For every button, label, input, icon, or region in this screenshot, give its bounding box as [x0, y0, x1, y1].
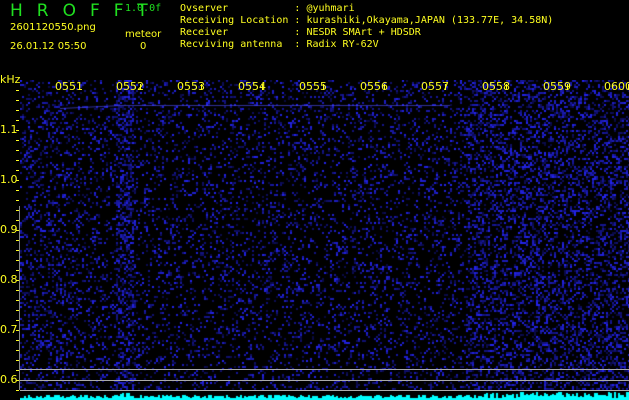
freq-tick: [16, 160, 19, 161]
freq-tick: [16, 120, 19, 121]
meteor-count: 0: [140, 41, 147, 52]
time-tick: [79, 84, 80, 90]
info-label: Receiving Location: [180, 15, 295, 26]
time-label: 0600: [604, 80, 629, 93]
info-value: NESDR SMArt + HDSDR: [306, 27, 421, 38]
info-row: Recviving antenna : Radix RY-62V: [180, 39, 379, 50]
freq-tick: [16, 190, 19, 191]
info-row: Receiver : NESDR SMArt + HDSDR: [180, 27, 421, 38]
info-label: Recviving antenna: [180, 39, 295, 50]
freq-label: 1.0: [0, 173, 18, 186]
freq-tick: [16, 130, 19, 131]
unit-label: kHz: [0, 73, 21, 86]
reference-line: [20, 380, 629, 381]
time-tick: [445, 84, 446, 90]
info-label: Receiver: [180, 27, 295, 38]
spectrogram: [20, 80, 629, 400]
freq-label: 0.7: [0, 323, 18, 336]
freq-tick: [16, 150, 19, 151]
info-value: @yuhmari: [306, 3, 355, 14]
freq-tick: [16, 180, 19, 181]
meteor-label: meteor: [125, 29, 162, 40]
freq-tick: [16, 390, 19, 391]
freq-label: 0.6: [0, 373, 18, 386]
freq-tick: [16, 200, 19, 201]
reference-line: [20, 369, 629, 370]
app-version: 1.0.0f: [125, 3, 162, 14]
freq-tick: [16, 140, 19, 141]
freq-tick: [16, 110, 19, 111]
freq-label: 0.9: [0, 223, 18, 236]
time-tick: [323, 84, 324, 90]
time-tick: [140, 84, 141, 90]
freq-label: 0.8: [0, 273, 18, 286]
hrofft-window: HROFFT 1.0.0f 2601120550.png 26.01.12 05…: [0, 0, 629, 400]
freq-tick: [16, 170, 19, 171]
time-tick: [567, 84, 568, 90]
freq-label: 1.1: [0, 123, 18, 136]
info-row: Ovserver : @yuhmari: [180, 3, 355, 14]
info-value: Radix RY-62V: [306, 39, 379, 50]
datetime: 26.01.12 05:50: [10, 41, 87, 52]
time-tick: [262, 84, 263, 90]
reference-line: [20, 390, 629, 391]
time-tick: [384, 84, 385, 90]
info-row: Receiving Location : kurashiki,Okayama,J…: [180, 15, 554, 26]
info-value: kurashiki,Okayama,JAPAN (133.77E, 34.58N…: [306, 15, 554, 26]
level-bar: [19, 206, 20, 390]
freq-tick: [16, 100, 19, 101]
info-label: Ovserver: [180, 3, 295, 14]
time-tick: [506, 84, 507, 90]
filename: 2601120550.png: [10, 22, 96, 33]
freq-tick: [16, 90, 19, 91]
time-tick: [201, 84, 202, 90]
